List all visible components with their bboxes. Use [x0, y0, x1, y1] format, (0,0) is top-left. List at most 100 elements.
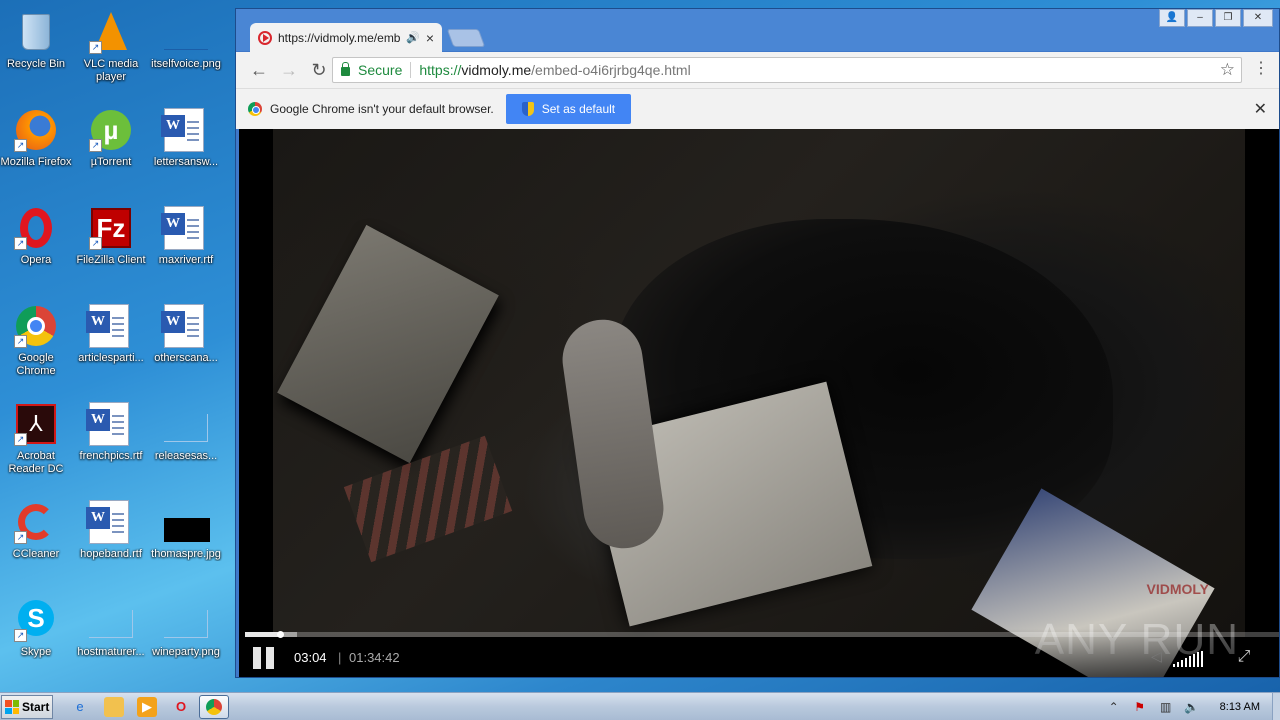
desktop-icon-label: Opera: [20, 254, 52, 266]
desktop-icon-lettersansw[interactable]: W lettersansw...: [148, 104, 224, 196]
word-doc-icon: W: [86, 304, 133, 348]
set-as-default-button[interactable]: Set as default: [505, 94, 632, 124]
desktop-icon-itselfvoice[interactable]: itselfvoice.png: [148, 6, 224, 98]
bookmark-star-icon[interactable]: ☆: [1220, 60, 1235, 80]
desktop-icon-label: itselfvoice.png: [151, 58, 221, 70]
recycle-bin-icon: [14, 10, 58, 54]
default-browser-infobar: Google Chrome isn't your default browser…: [236, 88, 1279, 129]
title-bar[interactable]: https://vidmoly.me/emb 🔊 × 👤 – ❐ ✕: [236, 9, 1279, 52]
desktop-icon-thomaspre[interactable]: thomaspre.jpg: [148, 496, 224, 588]
internet-explorer-icon[interactable]: e: [70, 697, 90, 717]
back-button[interactable]: ←: [246, 57, 272, 83]
chrome-taskbar-button[interactable]: [199, 695, 229, 719]
seek-bar[interactable]: [245, 631, 1279, 638]
taskbar: Start e ▶ O ⌃ ⚑ ▥ 🔈 8:13 AM: [0, 692, 1280, 720]
browser-toolbar: ← → ↻ Secure https:// vidmoly.me /embed-…: [236, 52, 1279, 88]
show-hidden-icons-icon[interactable]: ⌃: [1106, 699, 1122, 715]
desktop-icon-recycle-bin[interactable]: Recycle Bin: [0, 6, 74, 98]
system-tray: ⌃ ⚑ ▥ 🔈 8:13 AM: [1106, 693, 1280, 720]
media-player-icon[interactable]: ▶: [137, 697, 157, 717]
address-bar[interactable]: Secure https:// vidmoly.me /embed-o4i6rj…: [332, 57, 1242, 83]
clock[interactable]: 8:13 AM: [1220, 701, 1260, 713]
chrome-logo-icon: [248, 102, 262, 116]
jpg-file-icon: [164, 500, 210, 544]
volume-slider[interactable]: [1173, 651, 1203, 667]
windows-logo-icon: [5, 700, 19, 714]
desktop-icon-utorrent[interactable]: µ ↗ µTorrent: [73, 104, 149, 196]
chrome-icon: ↗: [14, 304, 58, 348]
close-window-button[interactable]: ✕: [1243, 9, 1273, 27]
opera-icon: ↗: [14, 206, 58, 250]
url-path: /embed-o4i6rjrbg4qe.html: [531, 62, 691, 78]
desktop-icon-filezilla[interactable]: Fz ↗ FileZilla Client: [73, 202, 149, 294]
vidmoly-watermark: VIDMOLY: [1146, 581, 1210, 597]
desktop-icon-articlesparti[interactable]: W articlesparti...: [73, 300, 149, 392]
desktop-icon-hopeband[interactable]: W hopeband.rtf: [73, 496, 149, 588]
volume-tray-icon[interactable]: 🔈: [1184, 699, 1200, 715]
tab-title: https://vidmoly.me/emb: [278, 30, 401, 45]
restore-button[interactable]: ❐: [1215, 9, 1241, 27]
acrobat-icon: ⅄ ↗: [14, 402, 58, 446]
desktop-icon-label: µTorrent: [90, 156, 132, 168]
desktop-icon-skype[interactable]: S ↗ Skype: [0, 594, 74, 686]
video-frame: [273, 129, 1245, 677]
infobar-close-icon[interactable]: ✕: [1254, 99, 1267, 119]
forward-button[interactable]: →: [276, 57, 302, 83]
lock-icon[interactable]: [341, 61, 350, 76]
png-file-icon: [164, 598, 208, 642]
set-as-default-label: Set as default: [541, 102, 616, 116]
explorer-folder-icon[interactable]: [104, 697, 124, 717]
uac-shield-icon: [521, 102, 534, 116]
show-desktop-button[interactable]: [1272, 693, 1280, 720]
desktop-icon-label: otherscana...: [154, 352, 218, 364]
desktop-icon-releasesas[interactable]: releasesas...: [148, 398, 224, 490]
profile-icon[interactable]: 👤: [1159, 9, 1185, 27]
pause-button[interactable]: [253, 647, 275, 669]
desktop-icon-label: Google Chrome: [16, 352, 56, 377]
word-doc-icon: W: [86, 402, 133, 446]
desktop-icon-label: Skype: [20, 646, 52, 658]
desktop-icon-ccleaner[interactable]: ↗ CCleaner: [0, 496, 74, 588]
menu-kebab-icon[interactable]: ⋮: [1253, 60, 1269, 78]
desktop-icon-frenchpics[interactable]: W frenchpics.rtf: [73, 398, 149, 490]
new-tab-button[interactable]: [446, 29, 486, 47]
player-controls: 03:04 | 01:34:42 ◁ ⤢: [239, 629, 1279, 677]
desktop: Recycle Bin ↗ VLC media player itselfvoi…: [0, 0, 236, 692]
url-scheme: https://: [419, 62, 462, 78]
word-doc-icon: W: [161, 304, 208, 348]
tab-close-icon[interactable]: ×: [426, 30, 434, 46]
desktop-icon-otherscana[interactable]: W otherscana...: [148, 300, 224, 392]
start-button[interactable]: Start: [1, 695, 53, 719]
opera-taskbar-icon[interactable]: O: [171, 697, 191, 717]
volume-icon[interactable]: ◁: [1151, 648, 1162, 665]
played-bar: [245, 632, 281, 637]
desktop-icon-label: VLC media player: [83, 58, 139, 83]
secure-label[interactable]: Secure: [358, 62, 402, 78]
current-time: 03:04: [294, 650, 327, 665]
video-player[interactable]: VIDMOLY ANY RUN 03:04 | 01:34:42 ◁ ⤢: [239, 129, 1279, 677]
desktop-icon-label: releasesas...: [154, 450, 218, 462]
fullscreen-icon[interactable]: ⤢: [1234, 647, 1254, 667]
reload-button[interactable]: ↻: [306, 57, 332, 83]
network-icon[interactable]: ▥: [1158, 699, 1174, 715]
desktop-icon-label: lettersansw...: [153, 156, 219, 168]
divider: [410, 62, 412, 78]
desktop-icon-acrobat[interactable]: ⅄ ↗ Acrobat Reader DC: [0, 398, 74, 490]
desktop-icon-firefox[interactable]: ↗ Mozilla Firefox: [0, 104, 74, 196]
desktop-icon-label: hostmaturer...: [77, 646, 145, 658]
tab-active[interactable]: https://vidmoly.me/emb 🔊 ×: [250, 23, 442, 52]
speaker-icon[interactable]: 🔊: [406, 31, 420, 44]
desktop-icon-maxriver[interactable]: W maxriver.rtf: [148, 202, 224, 294]
filezilla-icon: Fz ↗: [89, 206, 133, 250]
desktop-icon-chrome[interactable]: ↗ Google Chrome: [0, 300, 74, 392]
minimize-button[interactable]: –: [1187, 9, 1213, 27]
infobar-message: Google Chrome isn't your default browser…: [270, 102, 494, 116]
desktop-icon-wineparty[interactable]: wineparty.png: [148, 594, 224, 686]
blank-file-icon: [164, 402, 208, 446]
desktop-icon-opera[interactable]: ↗ Opera: [0, 202, 74, 294]
desktop-icon-vlc[interactable]: ↗ VLC media player: [73, 6, 149, 98]
action-center-icon[interactable]: ⚑: [1132, 699, 1148, 715]
desktop-icon-label: articlesparti...: [78, 352, 144, 364]
desktop-icon-hostmaturer[interactable]: hostmaturer...: [73, 594, 149, 686]
chrome-window: https://vidmoly.me/emb 🔊 × 👤 – ❐ ✕ ← → ↻…: [235, 8, 1280, 678]
